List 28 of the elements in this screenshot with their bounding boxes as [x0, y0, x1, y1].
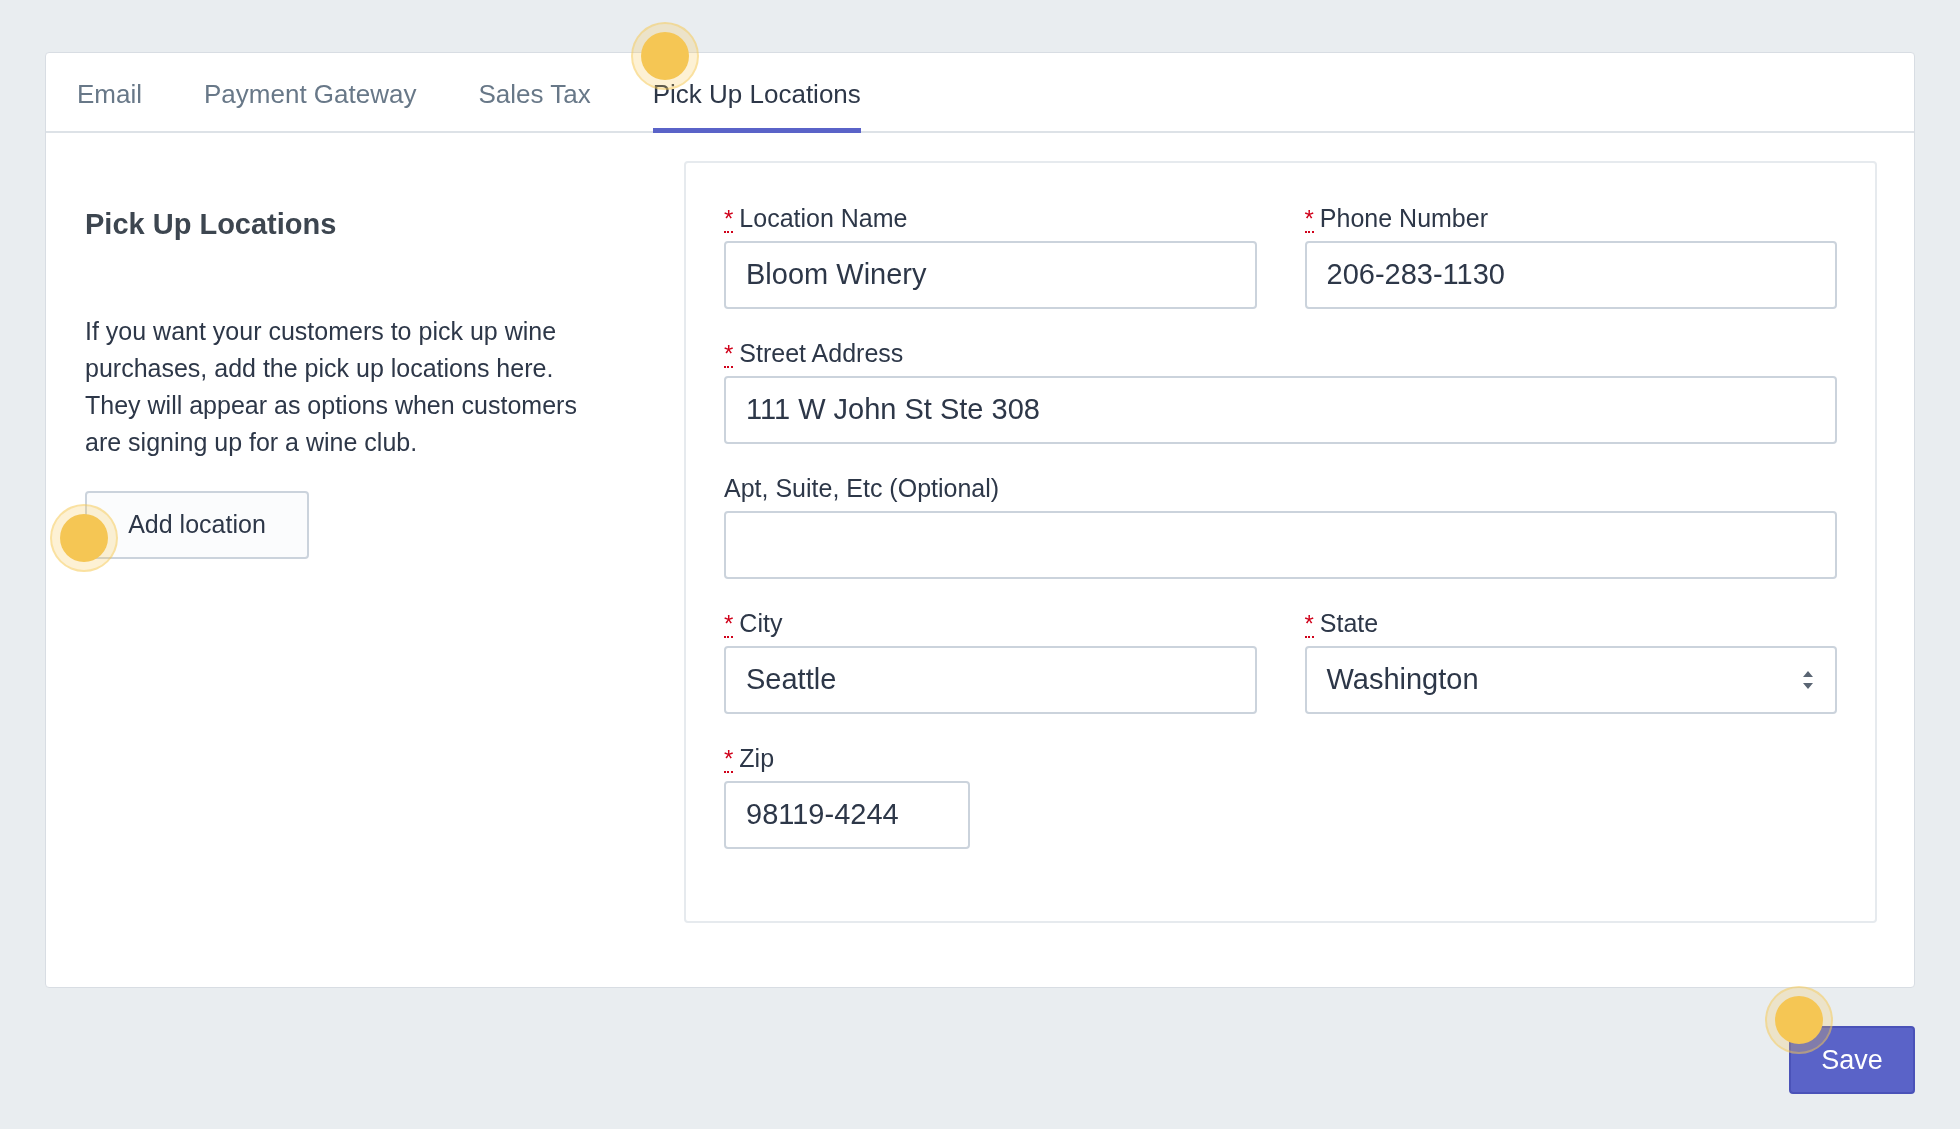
tab[interactable]: Payment Gateway	[204, 55, 417, 133]
field-label: City	[739, 608, 783, 638]
field-label: Apt, Suite, Etc (Optional)	[724, 473, 1000, 503]
add-location-button[interactable]: Add location	[85, 490, 309, 559]
required-mark: *	[724, 342, 734, 368]
field-label: Phone Number	[1319, 203, 1488, 233]
field-label: Location Name	[739, 203, 908, 233]
input-field[interactable]: Seattle	[724, 646, 1257, 714]
input-field[interactable]: Bloom Winery	[724, 241, 1257, 309]
input-field[interactable]	[724, 511, 1837, 579]
sort-arrows-icon	[1801, 669, 1815, 691]
save-button[interactable]: Save	[1789, 1026, 1915, 1094]
required-mark: *	[724, 612, 734, 638]
input-field[interactable]: 206-283-1130	[1304, 241, 1837, 309]
tab[interactable]: Sales Tax	[478, 55, 591, 133]
field-label: State	[1319, 608, 1379, 638]
field-label: Zip	[739, 743, 775, 773]
required-mark: *	[1304, 612, 1314, 638]
input-field[interactable]: 98119-4244	[724, 781, 970, 849]
tab[interactable]: Email	[77, 55, 142, 133]
required-mark: *	[1304, 207, 1314, 233]
select-field[interactable]: Washington	[1304, 646, 1837, 714]
field-label: Street Address	[739, 338, 904, 368]
required-mark: *	[724, 747, 734, 773]
required-mark: *	[724, 207, 734, 233]
section-description: If you want your customers to pick up wine purchases, add the pick up locations here. They will appear as options when customers are signing up for a wine club.	[85, 315, 578, 458]
section-title: Pick Up Locations	[85, 207, 338, 242]
input-field[interactable]: 111 W John St Ste 308	[724, 376, 1837, 444]
